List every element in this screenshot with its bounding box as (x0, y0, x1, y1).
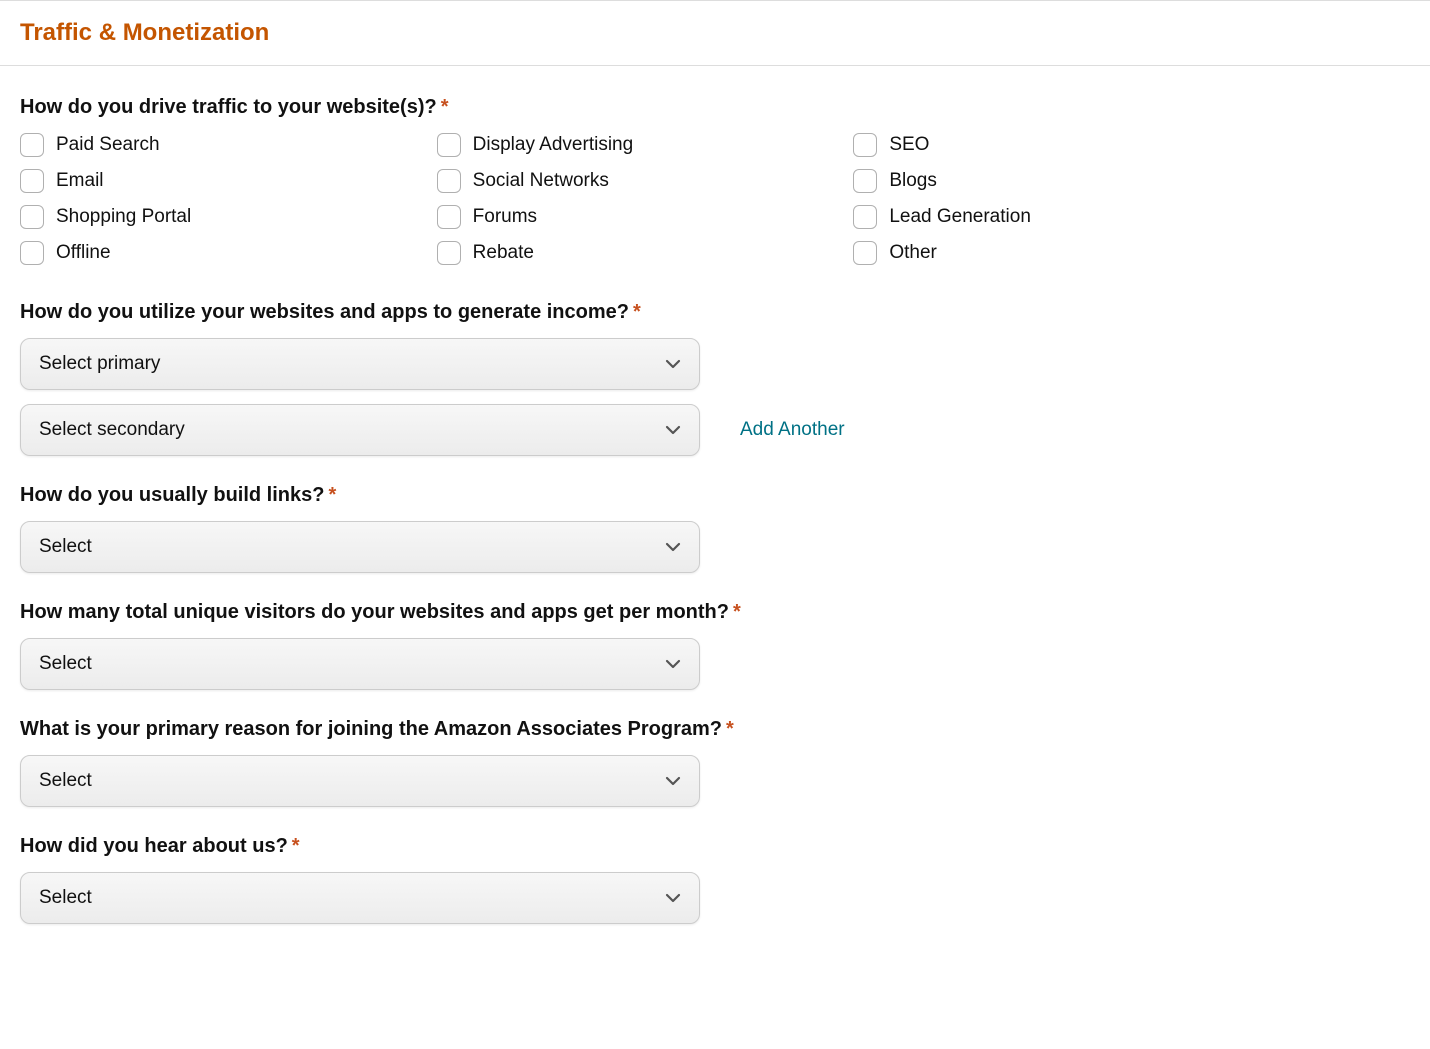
select-value: Select (39, 887, 92, 909)
question-text: How do you utilize your websites and app… (20, 301, 629, 323)
hear-select[interactable]: Select (20, 872, 700, 924)
income-primary-select[interactable]: Select primary (20, 338, 700, 390)
checkbox-label: Blogs (889, 170, 937, 192)
checkbox-label: Other (889, 242, 937, 264)
traffic-checkbox-grid: Paid Search Display Advertising SEO Emai… (20, 133, 1270, 265)
checkbox-label: Forums (473, 206, 537, 228)
checkbox-offline[interactable]: Offline (20, 241, 437, 265)
add-another-link[interactable]: Add Another (740, 419, 845, 441)
chevron-down-icon (665, 773, 681, 789)
reason-row: Select (20, 755, 1410, 807)
income-field: How do you utilize your websites and app… (20, 301, 1410, 456)
traffic-question-label: How do you drive traffic to your website… (20, 96, 1410, 119)
checkbox-rebate[interactable]: Rebate (437, 241, 854, 265)
visitors-select[interactable]: Select (20, 638, 700, 690)
required-marker: * (733, 601, 741, 623)
checkbox-label: Display Advertising (473, 134, 634, 156)
checkbox-label: Lead Generation (889, 206, 1031, 228)
checkbox-input[interactable] (437, 169, 461, 193)
income-primary-row: Select primary (20, 338, 1410, 390)
select-value: Select (39, 770, 92, 792)
checkbox-label: Shopping Portal (56, 206, 191, 228)
build-links-select[interactable]: Select (20, 521, 700, 573)
income-question-label: How do you utilize your websites and app… (20, 301, 1410, 324)
chevron-down-icon (665, 890, 681, 906)
checkbox-input[interactable] (437, 133, 461, 157)
form-body: How do you drive traffic to your website… (0, 66, 1430, 992)
checkbox-display-advertising[interactable]: Display Advertising (437, 133, 854, 157)
reason-field: What is your primary reason for joining … (20, 718, 1410, 807)
checkbox-input[interactable] (20, 241, 44, 265)
hear-field: How did you hear about us?* Select (20, 835, 1410, 924)
checkbox-email[interactable]: Email (20, 169, 437, 193)
section-header: Traffic & Monetization (0, 0, 1430, 66)
checkbox-input[interactable] (20, 169, 44, 193)
chevron-down-icon (665, 356, 681, 372)
checkbox-shopping-portal[interactable]: Shopping Portal (20, 205, 437, 229)
required-marker: * (292, 835, 300, 857)
build-links-question-label: How do you usually build links?* (20, 484, 1410, 507)
checkbox-seo[interactable]: SEO (853, 133, 1270, 157)
question-text: How do you usually build links? (20, 484, 324, 506)
section-title: Traffic & Monetization (20, 19, 1410, 47)
checkbox-label: Offline (56, 242, 111, 264)
checkbox-input[interactable] (853, 133, 877, 157)
build-links-row: Select (20, 521, 1410, 573)
question-text: How many total unique visitors do your w… (20, 601, 729, 623)
checkbox-paid-search[interactable]: Paid Search (20, 133, 437, 157)
checkbox-input[interactable] (853, 241, 877, 265)
checkbox-label: SEO (889, 134, 929, 156)
checkbox-label: Rebate (473, 242, 534, 264)
checkbox-label: Email (56, 170, 104, 192)
checkbox-input[interactable] (853, 169, 877, 193)
select-value: Select secondary (39, 419, 185, 441)
checkbox-input[interactable] (20, 133, 44, 157)
checkbox-input[interactable] (437, 205, 461, 229)
visitors-question-label: How many total unique visitors do your w… (20, 601, 1410, 624)
question-text: How did you hear about us? (20, 835, 288, 857)
question-text: How do you drive traffic to your website… (20, 96, 437, 118)
select-value: Select (39, 653, 92, 675)
chevron-down-icon (665, 656, 681, 672)
checkbox-input[interactable] (20, 205, 44, 229)
checkbox-label: Social Networks (473, 170, 609, 192)
checkbox-input[interactable] (437, 241, 461, 265)
reason-select[interactable]: Select (20, 755, 700, 807)
checkbox-blogs[interactable]: Blogs (853, 169, 1270, 193)
select-value: Select primary (39, 353, 160, 375)
question-text: What is your primary reason for joining … (20, 718, 722, 740)
hear-row: Select (20, 872, 1410, 924)
visitors-row: Select (20, 638, 1410, 690)
chevron-down-icon (665, 422, 681, 438)
checkbox-lead-generation[interactable]: Lead Generation (853, 205, 1270, 229)
required-marker: * (441, 96, 449, 118)
required-marker: * (726, 718, 734, 740)
chevron-down-icon (665, 539, 681, 555)
select-value: Select (39, 536, 92, 558)
traffic-field: How do you drive traffic to your website… (20, 96, 1410, 265)
required-marker: * (328, 484, 336, 506)
reason-question-label: What is your primary reason for joining … (20, 718, 1410, 741)
checkbox-input[interactable] (853, 205, 877, 229)
checkbox-forums[interactable]: Forums (437, 205, 854, 229)
visitors-field: How many total unique visitors do your w… (20, 601, 1410, 690)
checkbox-other[interactable]: Other (853, 241, 1270, 265)
checkbox-social-networks[interactable]: Social Networks (437, 169, 854, 193)
income-secondary-select[interactable]: Select secondary (20, 404, 700, 456)
build-links-field: How do you usually build links?* Select (20, 484, 1410, 573)
hear-question-label: How did you hear about us?* (20, 835, 1410, 858)
checkbox-label: Paid Search (56, 134, 160, 156)
income-secondary-row: Select secondary Add Another (20, 404, 1410, 456)
required-marker: * (633, 301, 641, 323)
